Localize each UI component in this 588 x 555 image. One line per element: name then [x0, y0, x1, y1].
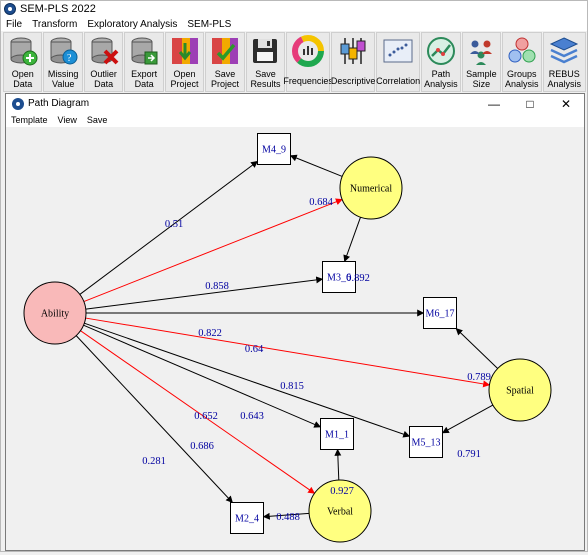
indicator-node-label: M6_17	[426, 309, 455, 320]
menu-template[interactable]: Template	[6, 115, 53, 125]
path-coefficient-label: 0.858	[205, 281, 229, 292]
export-data-label: Export Data	[131, 69, 158, 89]
groups-analysis-label: Groups Analysis	[505, 69, 539, 89]
open-data-icon	[10, 37, 38, 66]
missing-value-icon: ?	[50, 37, 78, 65]
window-logo-icon	[12, 97, 24, 110]
groups-analysis-icon	[508, 37, 536, 63]
frequencies-label: Frequencies	[283, 76, 333, 86]
path-coefficient-label: 0.927	[330, 486, 354, 497]
export-data-icon	[131, 37, 158, 65]
indicator-node-label: M2_4	[235, 514, 259, 525]
open-project-icon	[171, 38, 198, 64]
main-toolbar: Open Data ? Missing Value Outlier Data E…	[3, 32, 587, 92]
save-results-label: Save Results	[250, 69, 281, 89]
groups-analysis-button[interactable]: Groups Analysis	[502, 32, 542, 92]
latent-node-label: Spatial	[506, 386, 534, 397]
outlier-data-button[interactable]: Outlier Data	[83, 32, 124, 92]
maximize-icon[interactable]: □	[512, 94, 548, 113]
path-coefficient-label: 0.822	[198, 328, 222, 339]
path-edge-Numerical-M3_6	[343, 217, 361, 263]
menu-sem-pls[interactable]: SEM-PLS	[182, 19, 236, 30]
path-coefficient-label: 0.488	[276, 512, 300, 523]
indicator-node-label: M5_13	[412, 438, 441, 449]
path-edge-Numerical-M4_9	[289, 154, 343, 177]
path-analysis-button[interactable]: Path Analysis	[421, 32, 461, 92]
open-project-label: Open Project	[170, 69, 199, 89]
save-results-button[interactable]: Save Results	[245, 32, 286, 92]
path-coefficient-label: 0.789	[467, 372, 491, 383]
path-analysis-icon	[426, 37, 455, 65]
path-diagram-window: Path Diagram — □ ✕ Template View Save Ab…	[5, 93, 585, 551]
app-titlebar: SEM-PLS 2022	[1, 1, 587, 17]
path-coefficient-label: 0.643	[240, 411, 264, 422]
menu-transform[interactable]: Transform	[27, 19, 82, 30]
close-icon[interactable]: ✕	[548, 94, 584, 113]
correlation-button[interactable]: Correlation	[376, 32, 420, 92]
descriptive-label: Descriptive	[330, 76, 376, 86]
path-coefficient-label: 0.51	[165, 219, 183, 230]
indicator-node-label: M1_1	[325, 430, 349, 441]
correlation-icon	[383, 39, 413, 63]
sample-size-button[interactable]: Sample Size	[461, 32, 502, 92]
path-coefficient-label: 0.652	[194, 411, 218, 422]
outlier-data-label: Outlier Data	[90, 69, 117, 89]
save-project-label: Save Project	[210, 69, 239, 89]
path-edge-Ability-M3_6	[85, 276, 324, 310]
save-project-icon	[211, 38, 238, 64]
app-window: SEM-PLS 2022 File Transform Exploratory …	[0, 0, 588, 552]
path-coefficient-label: 0.281	[142, 456, 166, 467]
latent-node-label: Ability	[41, 309, 69, 320]
path-coefficient-label: 0.684	[309, 197, 333, 208]
descriptive-button[interactable]: Descriptive	[331, 32, 375, 92]
missing-value-label: Missing Value	[47, 69, 79, 89]
path-coefficient-label: 0.791	[457, 449, 481, 460]
frequencies-icon	[292, 35, 325, 67]
rebus-analysis-label: REBUS Analysis	[547, 69, 581, 89]
menu-view[interactable]: View	[53, 115, 82, 125]
path-diagram-titlebar: Path Diagram — □ ✕	[6, 94, 584, 113]
app-logo-icon	[4, 3, 16, 15]
app-title: SEM-PLS 2022	[20, 3, 96, 15]
open-project-button[interactable]: Open Project	[164, 32, 205, 92]
svg-text:?: ?	[67, 53, 72, 64]
path-edge-Verbal-M1_1	[334, 448, 342, 481]
descriptive-icon	[340, 38, 366, 64]
export-data-button[interactable]: Export Data	[124, 32, 164, 92]
latent-node-label: Verbal	[327, 507, 353, 518]
frequencies-button[interactable]: Frequencies	[283, 32, 333, 92]
outlier-data-icon	[91, 37, 119, 65]
open-data-label: Open Data	[11, 69, 34, 89]
missing-value-button[interactable]: ? Missing Value	[43, 32, 83, 92]
path-analysis-label: Path Analysis	[424, 69, 458, 89]
minimize-icon[interactable]: —	[476, 94, 512, 113]
path-diagram-svg: AbilityNumericalSpatialVerbalM4_9M3_6M6_…	[23, 133, 552, 543]
rebus-analysis-button[interactable]: REBUS Analysis	[542, 32, 586, 92]
correlation-label: Correlation	[376, 76, 421, 86]
path-diagram-canvas[interactable]: Ability Numerical Spatial Verbal M4_9 M3_6 M6_…	[6, 128, 584, 550]
window-controls: — □ ✕	[476, 94, 584, 113]
path-diagram-menubar: Template View Save	[6, 113, 584, 127]
menu-save[interactable]: Save	[82, 115, 113, 125]
path-coefficient-label: 0.686	[190, 441, 214, 452]
path-diagram-title: Path Diagram	[28, 98, 90, 109]
save-project-button[interactable]: Save Project	[205, 32, 245, 92]
open-data-button[interactable]: Open Data	[3, 32, 43, 92]
save-results-icon	[253, 39, 278, 63]
path-edge-Spatial-M5_13	[441, 404, 494, 434]
indicator-node-label: M4_9	[262, 145, 286, 156]
path-coefficient-label: 0.892	[346, 273, 370, 284]
path-edge-Spatial-M6_17	[455, 328, 499, 369]
latent-node-label: Numerical	[350, 184, 392, 195]
sample-size-label: Sample Size	[466, 69, 497, 89]
menu-exploratory-analysis[interactable]: Exploratory Analysis	[82, 19, 182, 30]
menu-file[interactable]: File	[1, 19, 27, 30]
path-coefficient-label: 0.64	[245, 344, 264, 355]
rebus-analysis-icon	[550, 37, 579, 64]
sample-size-icon	[470, 40, 493, 65]
path-coefficient-label: 0.815	[280, 381, 304, 392]
main-menubar: File Transform Exploratory Analysis SEM-…	[1, 17, 587, 31]
